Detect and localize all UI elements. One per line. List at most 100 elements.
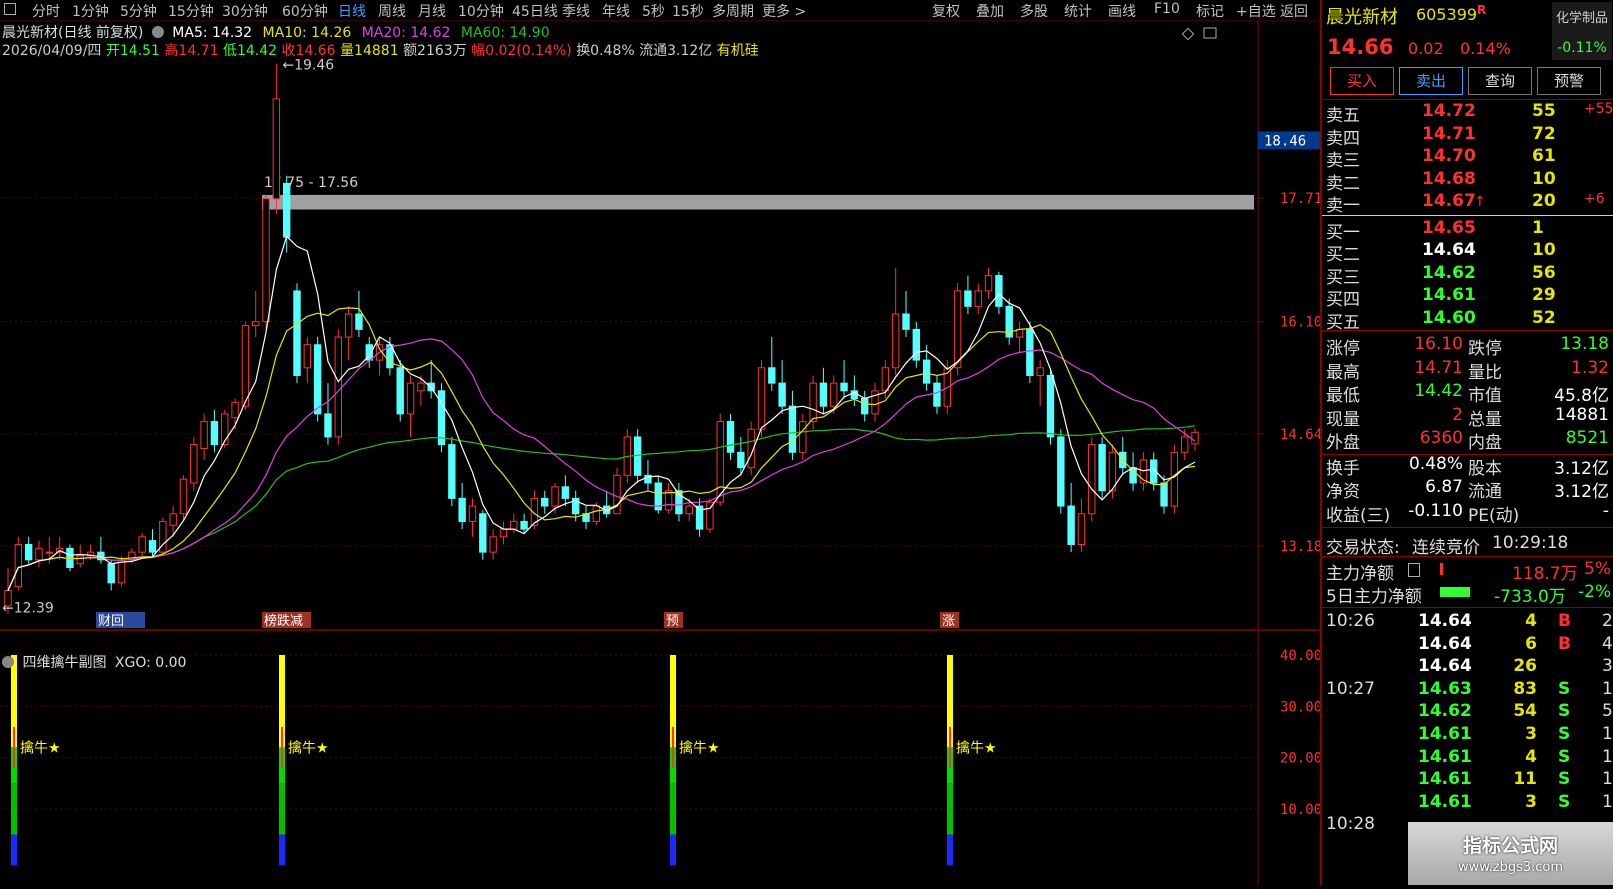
candle-body bbox=[179, 478, 188, 515]
candle-body bbox=[241, 325, 250, 407]
candle-body bbox=[799, 421, 807, 453]
period-tab[interactable]: 季线 bbox=[562, 1, 590, 21]
sub-tick-label: 30.00 bbox=[1280, 699, 1320, 715]
period-tab[interactable]: 更多 > bbox=[762, 1, 806, 21]
candle-body bbox=[551, 486, 559, 507]
ask-row[interactable]: 卖四 14.71 72 bbox=[1322, 124, 1613, 149]
main-net5-label: 5日主力净额 bbox=[1326, 587, 1422, 607]
stat-value: 6360 bbox=[1419, 428, 1463, 448]
signal-bar-blue bbox=[279, 834, 285, 866]
tick-row: 14.64 6 B 4 bbox=[1322, 634, 1613, 656]
bid-row[interactable]: 买三 14.62 56 bbox=[1322, 263, 1613, 288]
toolbar-button[interactable]: 叠加 bbox=[976, 1, 1004, 21]
industry-box[interactable]: 化学制品 -0.11% bbox=[1552, 2, 1612, 60]
ask-row[interactable]: 卖三 14.70 61 bbox=[1322, 146, 1613, 171]
toolbar-button[interactable]: 标记 bbox=[1196, 1, 1224, 21]
candle-body bbox=[45, 551, 53, 554]
bid-row[interactable]: 买五 14.60 52 bbox=[1322, 307, 1613, 333]
stat-row: 换手 0.48% 股本 3.12亿 bbox=[1322, 454, 1613, 479]
dropdown-icon[interactable] bbox=[151, 26, 164, 38]
concept-tag[interactable]: 有机硅 bbox=[717, 43, 759, 59]
float-value: 流通3.12亿 bbox=[639, 43, 713, 59]
tick-count: 1 bbox=[1602, 791, 1613, 812]
toolbar-button[interactable]: 复权 bbox=[932, 1, 960, 21]
bid-row[interactable]: 买一 14.65 1 bbox=[1322, 217, 1613, 243]
margin-flag: R bbox=[1477, 3, 1487, 17]
tick-side: S bbox=[1558, 769, 1571, 790]
period-tab[interactable]: 45日线 bbox=[512, 1, 558, 21]
period-tab[interactable]: 5分钟 bbox=[120, 1, 157, 21]
kline-chart[interactable]: 17.71 16.10 14.64 13.18 18.46 17.75 - 17.56 ←1… bbox=[0, 20, 1322, 889]
level-label: 卖二 bbox=[1326, 173, 1360, 194]
toolbar-button[interactable]: 多股 bbox=[1020, 1, 1048, 21]
period-tab[interactable]: 分时 bbox=[32, 1, 60, 21]
toolbar-button[interactable]: 返回 bbox=[1280, 1, 1308, 21]
period-tab[interactable]: 15秒 bbox=[672, 1, 704, 21]
query-button[interactable]: 查询 bbox=[1468, 67, 1532, 95]
period-tab[interactable]: 15分钟 bbox=[168, 1, 214, 21]
toolbar-button[interactable]: 统计 bbox=[1064, 1, 1092, 21]
candle-body bbox=[324, 413, 332, 438]
tick-row: 14.61 11 S 1 bbox=[1322, 769, 1613, 791]
sell-button[interactable]: 卖出 bbox=[1399, 67, 1463, 95]
period-tab[interactable]: 月线 bbox=[418, 1, 446, 21]
level-label: 卖四 bbox=[1326, 128, 1360, 149]
level-volume: 52 bbox=[1532, 307, 1556, 328]
stat-value: 3.12亿 bbox=[1554, 482, 1609, 502]
candle-body bbox=[778, 382, 786, 407]
subchart-dropdown-icon[interactable] bbox=[2, 656, 14, 668]
period-tab[interactable]: 30分钟 bbox=[222, 1, 268, 21]
tick-volume: 3 bbox=[1525, 791, 1537, 812]
candle-body bbox=[1046, 374, 1055, 438]
candle-body bbox=[293, 290, 301, 376]
bid-row[interactable]: 买四 14.61 29 bbox=[1322, 285, 1613, 310]
sub-tick-label: 10.00 bbox=[1280, 802, 1320, 818]
period-tab[interactable]: 周线 bbox=[378, 1, 406, 21]
ask-row[interactable]: 卖一 14.67 20 +6 bbox=[1322, 191, 1613, 216]
tick-price: 14.64 bbox=[1418, 611, 1472, 631]
signal-marker bbox=[672, 726, 674, 768]
tick-row: 14.61 3 S 1 bbox=[1322, 724, 1613, 746]
period-tab[interactable]: 10分钟 bbox=[458, 1, 504, 21]
candle-body bbox=[830, 382, 838, 407]
period-tab[interactable]: 年线 bbox=[602, 1, 630, 21]
chart-canvas[interactable]: 17.7116.1014.6413.1818.4617.75 - 17.56←1… bbox=[0, 20, 1322, 885]
signal-marker bbox=[949, 726, 951, 768]
diamond-icon bbox=[1181, 27, 1195, 41]
tick-count: 1 bbox=[1602, 724, 1613, 744]
period-tab[interactable]: 60分钟 bbox=[282, 1, 328, 21]
stat-label: 内盘 bbox=[1468, 433, 1502, 453]
alert-button[interactable]: 预警 bbox=[1537, 67, 1601, 95]
level-volume: 10 bbox=[1532, 168, 1556, 189]
close-value: 收14.66 bbox=[281, 43, 336, 59]
doc-icon[interactable] bbox=[1408, 563, 1420, 577]
candle-body bbox=[809, 382, 817, 423]
up-arrow-icon: ↑ bbox=[1474, 194, 1486, 210]
candle-body bbox=[448, 444, 456, 499]
tick-price: 14.63 bbox=[1418, 678, 1472, 699]
menu-icon[interactable] bbox=[4, 3, 16, 15]
candle-body bbox=[24, 543, 33, 561]
period-tab[interactable]: 多周期 bbox=[712, 1, 754, 21]
tick-count: 4 bbox=[1602, 633, 1613, 654]
candle-body bbox=[190, 444, 198, 484]
buy-button[interactable]: 买入 bbox=[1330, 67, 1394, 95]
ask-row[interactable]: 卖二 14.68 10 bbox=[1322, 168, 1613, 194]
level-volume: 1 bbox=[1532, 217, 1544, 238]
stat-value: 1.32 bbox=[1571, 357, 1609, 378]
ask-row[interactable]: 卖五 14.72 55 +55 bbox=[1322, 101, 1613, 126]
toolbar-button[interactable]: F10 bbox=[1154, 1, 1180, 17]
period-tab[interactable]: 1分钟 bbox=[72, 1, 109, 21]
trade-status-label: 交易状态: bbox=[1326, 538, 1400, 558]
divider bbox=[1322, 330, 1613, 331]
toolbar-button[interactable]: +自选 bbox=[1236, 1, 1276, 21]
price-zone-bar bbox=[262, 194, 1254, 210]
period-tab[interactable]: 5秒 bbox=[642, 1, 665, 21]
candle-body bbox=[107, 563, 115, 584]
stat-row: 收益(三) -0.110 PE(动) - bbox=[1322, 501, 1613, 526]
bid-row[interactable]: 买二 14.64 10 bbox=[1322, 240, 1613, 265]
main-net-pct: 5% bbox=[1584, 559, 1611, 579]
period-tab[interactable]: 日线 bbox=[338, 1, 366, 21]
tick-price: 14.64 bbox=[1418, 633, 1472, 654]
toolbar-button[interactable]: 画线 bbox=[1108, 1, 1136, 21]
